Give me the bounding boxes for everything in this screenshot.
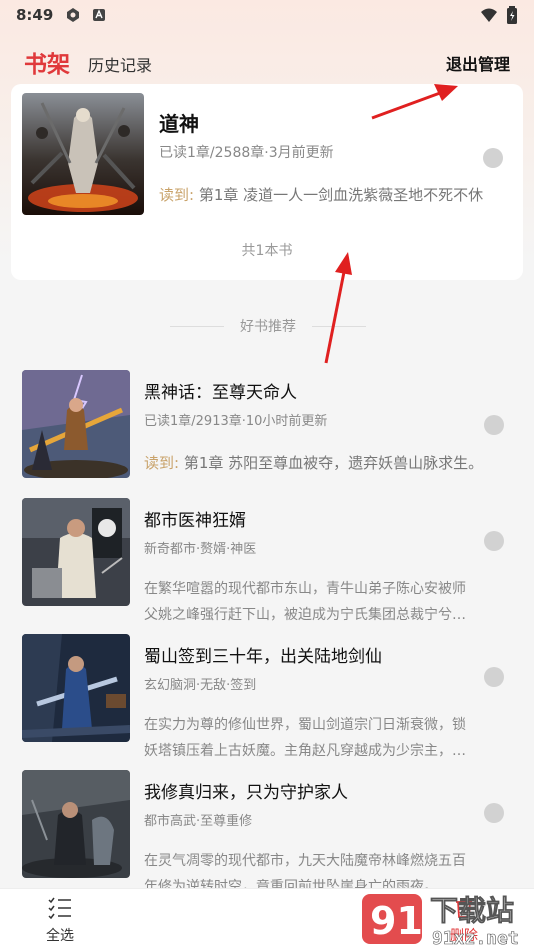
book-description: 在实力为尊的修仙世界，蜀山剑道宗门日渐衰微，锁 妖塔镇压着上古妖魔。主角赵凡穿越…	[144, 712, 504, 764]
shelf-card: 道神 已读1章/2588章·3月前更新 读到: 第1章 凌道一人一剑血洗紫薇圣地…	[11, 84, 523, 280]
description-line: 在实力为尊的修仙世界，蜀山剑道宗门日渐衰微，锁	[144, 717, 466, 733]
list-item[interactable]: 蜀山签到三十年，出关陆地剑仙 玄幻脑洞·无敌·签到 在实力为尊的修仙世界，蜀山剑…	[0, 634, 534, 760]
book-meta: 玄幻脑洞·无敌·签到	[144, 678, 257, 693]
book-read-progress: 读到: 第1章 苏阳至尊血被夺，遗弃妖兽山脉求生。	[144, 450, 504, 476]
recommend-heading: 好书推荐	[240, 319, 296, 335]
description-line: 在灵气凋零的现代都市，九天大陆魔帝林峰燃烧五百	[144, 853, 466, 869]
book-cover[interactable]	[22, 498, 130, 606]
book-meta: 已读1章/2588章·3月前更新	[159, 145, 334, 161]
checklist-icon	[48, 897, 71, 920]
book-cover-image	[22, 498, 130, 606]
description-line: 妖塔镇压着上古妖魔。主角赵凡穿越成为少宗主，…	[144, 743, 466, 759]
book-title[interactable]: 黑神话：至尊天命人	[144, 378, 297, 403]
book-cover-image	[22, 370, 130, 478]
book-cover[interactable]	[22, 370, 130, 478]
read-chapter: 第1章 凌道一人一剑血洗紫薇圣地不死不休	[198, 186, 484, 204]
divider-line	[170, 325, 224, 327]
tab-history[interactable]: 历史记录	[88, 52, 152, 76]
wifi-icon	[481, 8, 497, 22]
select-radio[interactable]	[483, 148, 503, 168]
description-line: 父姚之峰强行赶下山，被迫成为宁氏集团总裁宁兮…	[144, 607, 466, 623]
read-label: 读到:	[144, 454, 180, 472]
exit-manage-button[interactable]: 退出管理	[446, 51, 510, 75]
svg-text:91: 91	[370, 899, 423, 943]
read-label: 读到:	[159, 186, 195, 204]
list-item[interactable]: 都市医神狂婿 新奇都市·赘婿·神医 在繁华喧嚣的现代都市东山，青牛山弟子陈心安被…	[0, 498, 534, 624]
book-description: 在繁华喧嚣的现代都市东山，青牛山弟子陈心安被师 父姚之峰强行赶下山，被迫成为宁氏…	[144, 576, 504, 628]
book-meta: 已读1章/2913章·10小时前更新	[144, 414, 328, 429]
header: 书架 历史记录 退出管理	[0, 40, 534, 87]
select-radio[interactable]	[484, 667, 504, 687]
list-item[interactable]: 黑神话：至尊天命人 已读1章/2913章·10小时前更新 读到: 第1章 苏阳至…	[0, 370, 534, 496]
book-read-progress: 读到: 第1章 凌道一人一剑血洗紫薇圣地不死不休	[159, 184, 483, 205]
tab-bookshelf[interactable]: 书架	[24, 45, 70, 87]
site-watermark-logo: 91 下载站 91xz.net	[362, 894, 519, 949]
select-radio[interactable]	[484, 803, 504, 823]
shelf-count: 共1本书	[241, 243, 293, 259]
recommend-divider: 好书推荐	[170, 316, 366, 336]
book-title[interactable]: 我修真归来，只为守护家人	[144, 778, 348, 803]
list-item[interactable]: 我修真归来，只为守护家人 都市高武·至尊重修 在灵气凋零的现代都市，九天大陆魔帝…	[0, 770, 534, 896]
battery-icon	[507, 6, 517, 24]
book-cover-image	[22, 770, 130, 878]
book-meta: 新奇都市·赘婿·神医	[144, 542, 257, 557]
book-cover-image	[22, 93, 144, 215]
select-all-label: 全选	[46, 928, 74, 944]
description-line: 在繁华喧嚣的现代都市东山，青牛山弟子陈心安被师	[144, 581, 466, 597]
select-all-button[interactable]: 全选	[38, 897, 82, 945]
book-title[interactable]: 道神	[159, 108, 199, 137]
select-radio[interactable]	[484, 415, 504, 435]
book-cover-daoshen[interactable]	[22, 93, 144, 215]
divider-line	[312, 325, 366, 327]
read-chapter: 第1章 苏阳至尊血被夺，遗弃妖兽山脉求生。	[183, 454, 484, 472]
svg-text:下载站: 下载站	[430, 894, 514, 927]
status-bar: 8:49	[0, 0, 534, 30]
book-cover[interactable]	[22, 634, 130, 742]
book-cover-image	[22, 634, 130, 742]
select-radio[interactable]	[484, 531, 504, 551]
book-title[interactable]: 蜀山签到三十年，出关陆地剑仙	[144, 642, 382, 667]
status-time: 8:49	[16, 6, 54, 24]
svg-text:91xz.net: 91xz.net	[432, 928, 519, 949]
app-notification-icon	[93, 9, 106, 21]
book-cover[interactable]	[22, 770, 130, 878]
book-title[interactable]: 都市医神狂婿	[144, 506, 246, 531]
settings-notification-icon	[67, 8, 80, 22]
book-meta: 都市高武·至尊重修	[144, 814, 253, 829]
